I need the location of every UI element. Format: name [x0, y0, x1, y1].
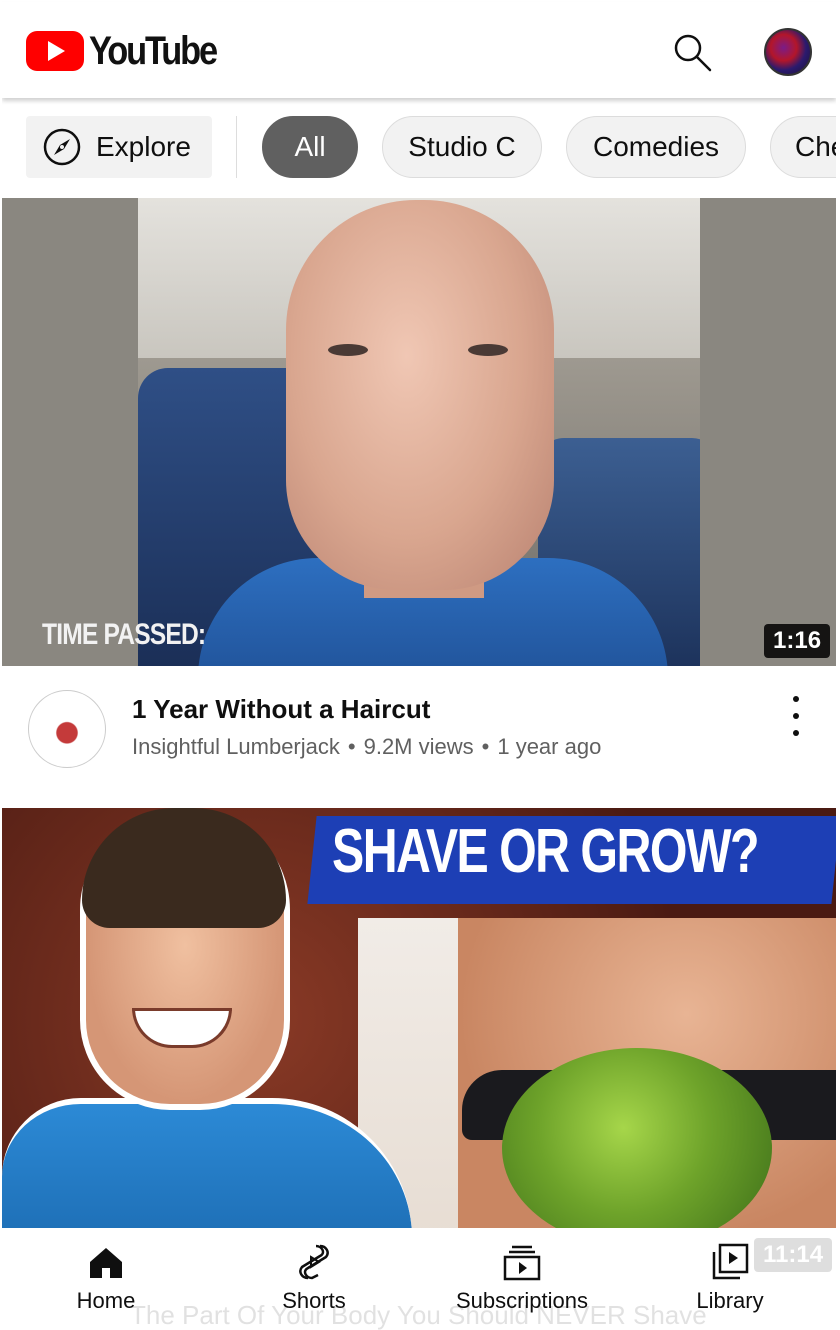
shorts-icon — [299, 1244, 329, 1280]
channel-name[interactable]: Insightful Lumberjack — [132, 734, 340, 759]
logo-text: YouTube — [89, 28, 218, 73]
separator-dot: • — [347, 734, 356, 759]
home-icon — [90, 1248, 122, 1278]
video-title[interactable]: 1 Year Without a Haircut — [132, 694, 430, 725]
channel-avatar[interactable] — [28, 690, 106, 768]
compass-icon — [43, 128, 81, 166]
top-app-bar: YouTube — [2, 2, 836, 98]
view-count: 9.2M views — [363, 734, 474, 759]
video-subtitle: Insightful Lumberjack • 9.2M views • 1 year … — [132, 734, 601, 760]
app-frame: YouTube Explore All Studio C Comedies Ch… — [2, 0, 836, 1330]
next-video-title: The Part Of Your Body You Should NEVER S… — [130, 1300, 707, 1330]
video-thumbnail[interactable]: SHAVE OR GROW? — [2, 808, 836, 1228]
chip-divider — [236, 116, 237, 178]
thumbnail-image — [138, 198, 700, 666]
chip-comedies[interactable]: Comedies — [566, 116, 746, 178]
subscriptions-icon — [503, 1245, 541, 1281]
explore-button[interactable]: Explore — [26, 116, 212, 178]
library-icon — [712, 1243, 749, 1280]
more-options-icon[interactable] — [782, 696, 810, 736]
thumbnail-caption: SHAVE OR GROW? — [332, 817, 760, 886]
chip-all[interactable]: All — [262, 116, 358, 178]
explore-label: Explore — [96, 131, 191, 162]
separator-dot: • — [481, 734, 490, 759]
video-thumbnail[interactable]: TIME PASSED: 1:16 — [2, 198, 836, 666]
account-avatar[interactable] — [764, 28, 812, 76]
chip-bar: Explore All Studio C Comedies Che — [2, 98, 836, 198]
nav-label: Home — [76, 1288, 136, 1313]
youtube-play-logo-icon — [26, 31, 84, 71]
search-icon — [674, 34, 712, 72]
youtube-logo[interactable]: YouTube — [26, 28, 237, 74]
chip-truncated[interactable]: Che — [770, 116, 836, 178]
thumbnail-caption: TIME PASSED: — [42, 618, 206, 651]
search-button[interactable] — [670, 30, 714, 74]
video-meta: 1 Year Without a Haircut Insightful Lumb… — [2, 666, 836, 806]
upload-age: 1 year ago — [497, 734, 602, 759]
duration-badge: 1:16 — [764, 624, 831, 658]
chip-studio-c[interactable]: Studio C — [382, 116, 542, 178]
